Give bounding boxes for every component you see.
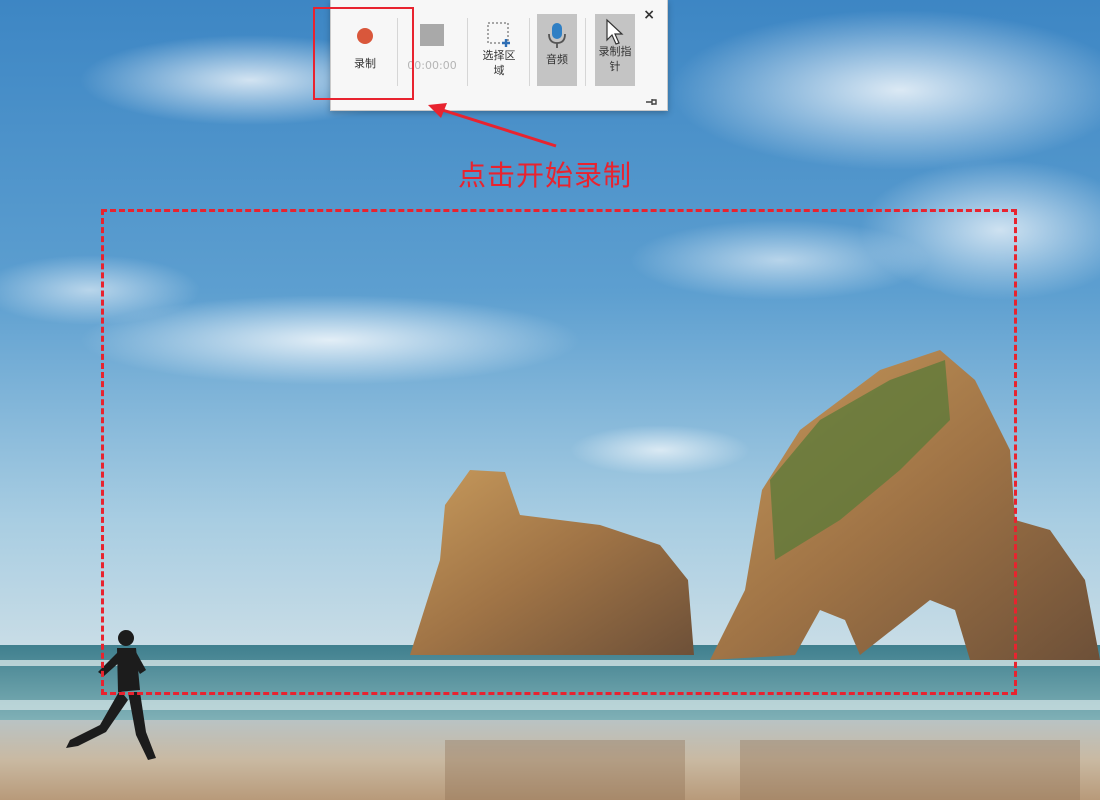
toolbar-divider <box>529 18 530 86</box>
toolbar-divider <box>585 18 586 86</box>
select-area-label: 选择区域 <box>482 49 516 77</box>
microphone-icon <box>545 22 569 48</box>
record-button-highlight <box>313 7 414 100</box>
callout-text: 点击开始录制 <box>458 159 633 192</box>
cursor-arrow-icon <box>604 18 626 45</box>
recording-area-outline <box>101 209 1017 695</box>
toolbar-divider <box>467 18 468 86</box>
record-pointer-label: 录制指针 <box>598 45 632 73</box>
audio-toggle[interactable]: 音频 <box>537 14 577 86</box>
pin-icon[interactable] <box>645 92 657 105</box>
select-area-button[interactable]: 选择区域 <box>473 14 525 94</box>
close-icon[interactable]: × <box>643 8 655 22</box>
stop-square-icon <box>420 24 444 46</box>
record-pointer-toggle[interactable]: 录制指针 <box>595 14 635 86</box>
dashed-area-plus-icon <box>487 22 511 47</box>
audio-label: 音频 <box>546 53 568 66</box>
